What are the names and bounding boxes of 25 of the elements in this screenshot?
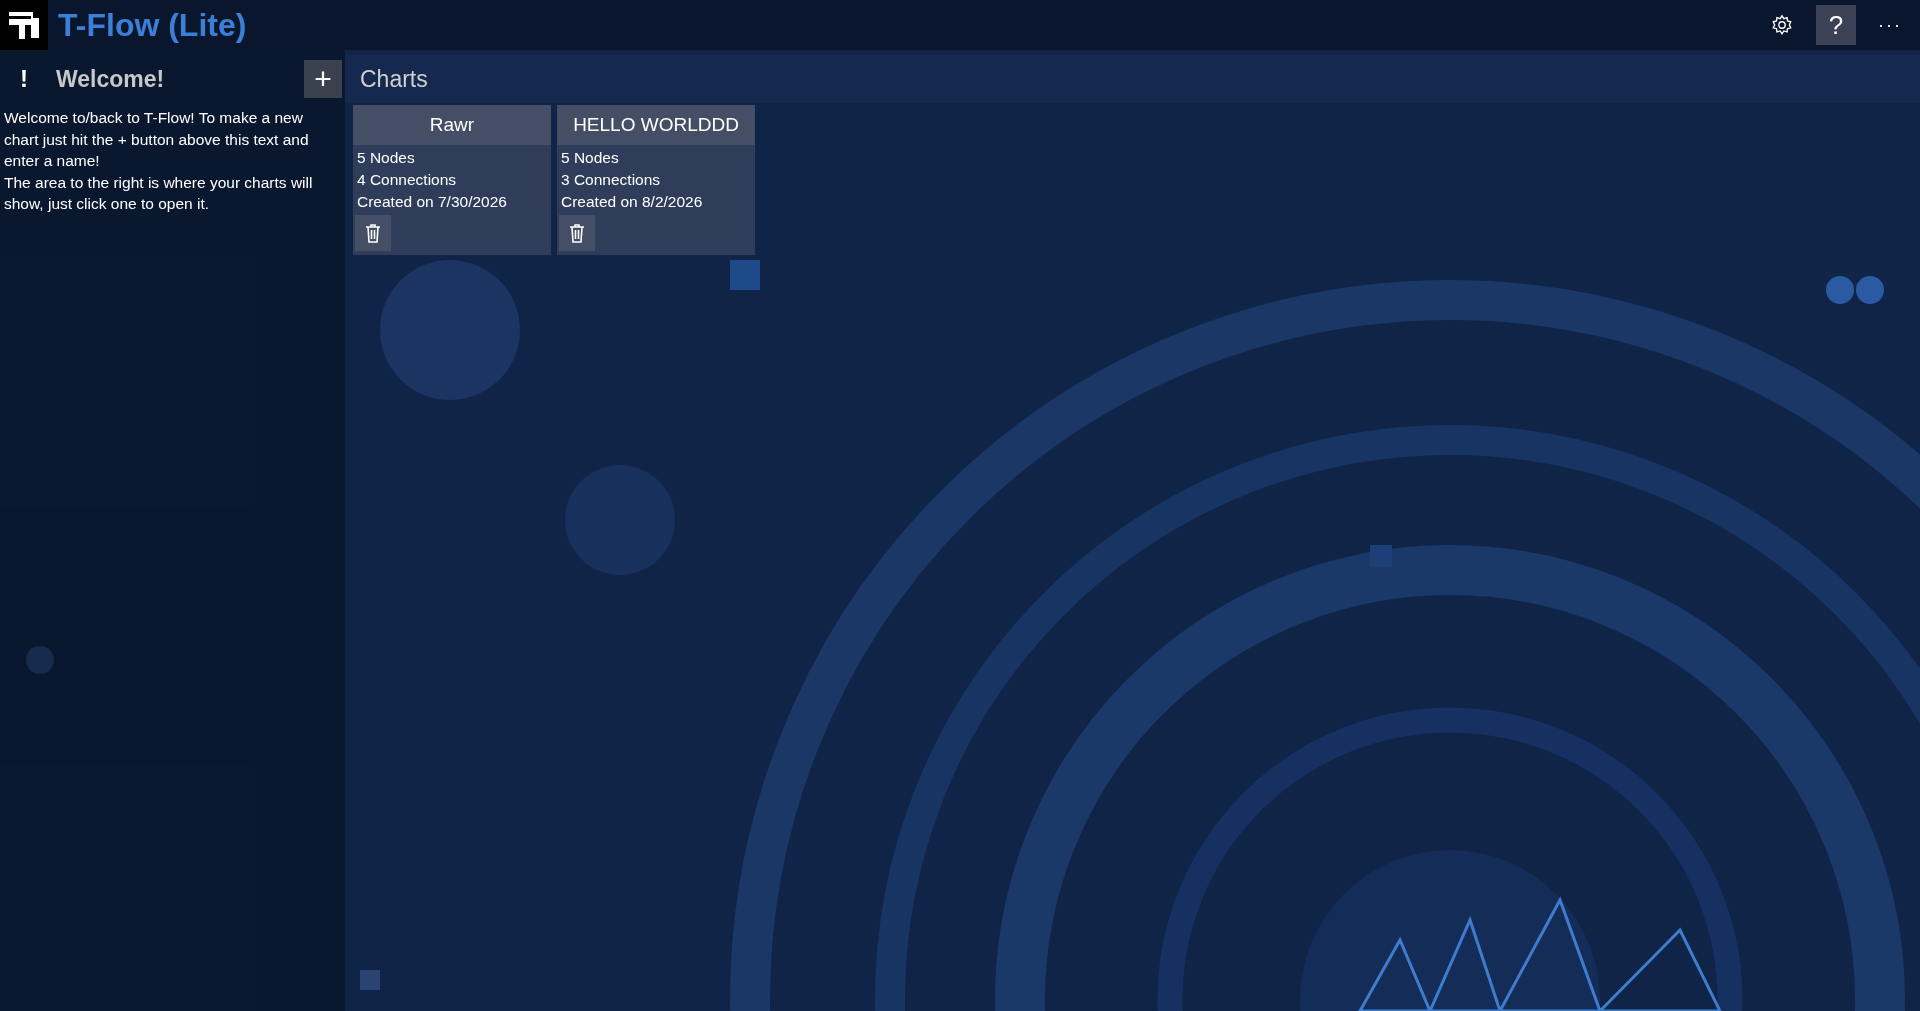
chart-card[interactable]: Rawr 5 Nodes 4 Connections Created on 7/30/2026: [353, 105, 551, 255]
connection-count: 3 Connections: [561, 170, 662, 190]
node-count: 5 Nodes: [357, 148, 416, 168]
delete-button[interactable]: [355, 215, 391, 251]
node-count: 5 Nodes: [561, 148, 620, 168]
logo-icon: [7, 9, 41, 41]
charts-title: Charts: [360, 64, 428, 94]
settings-icon: [1771, 14, 1793, 36]
connection-count: 4 Connections: [357, 170, 458, 190]
delete-button[interactable]: [559, 215, 595, 251]
created-date: Created on 8/2/2026: [561, 192, 704, 212]
alert-icon: !: [0, 61, 48, 97]
welcome-text: The area to the right is where your charts will show, just click one to open it.: [4, 172, 314, 214]
help-button[interactable]: ?: [1816, 5, 1856, 45]
more-button[interactable]: ···: [1870, 5, 1910, 45]
created-date: Created on 7/30/2026: [357, 192, 508, 212]
trash-icon: [365, 223, 381, 243]
chart-name: Rawr: [353, 105, 551, 145]
welcome-text: Welcome to/back to T-Flow! To make a new chart just hit the + button above this text and enter a name!: [4, 108, 310, 171]
chart-card[interactable]: HELLO WORLDDD 5 Nodes 3 Connections Created on 8/2/2026: [557, 105, 755, 255]
chart-name: HELLO WORLDDD: [557, 105, 755, 145]
trash-icon: [569, 223, 585, 243]
add-chart-button[interactable]: +: [304, 60, 342, 98]
welcome-title: Welcome!: [56, 64, 166, 94]
app-title: T-Flow (Lite): [58, 6, 247, 45]
